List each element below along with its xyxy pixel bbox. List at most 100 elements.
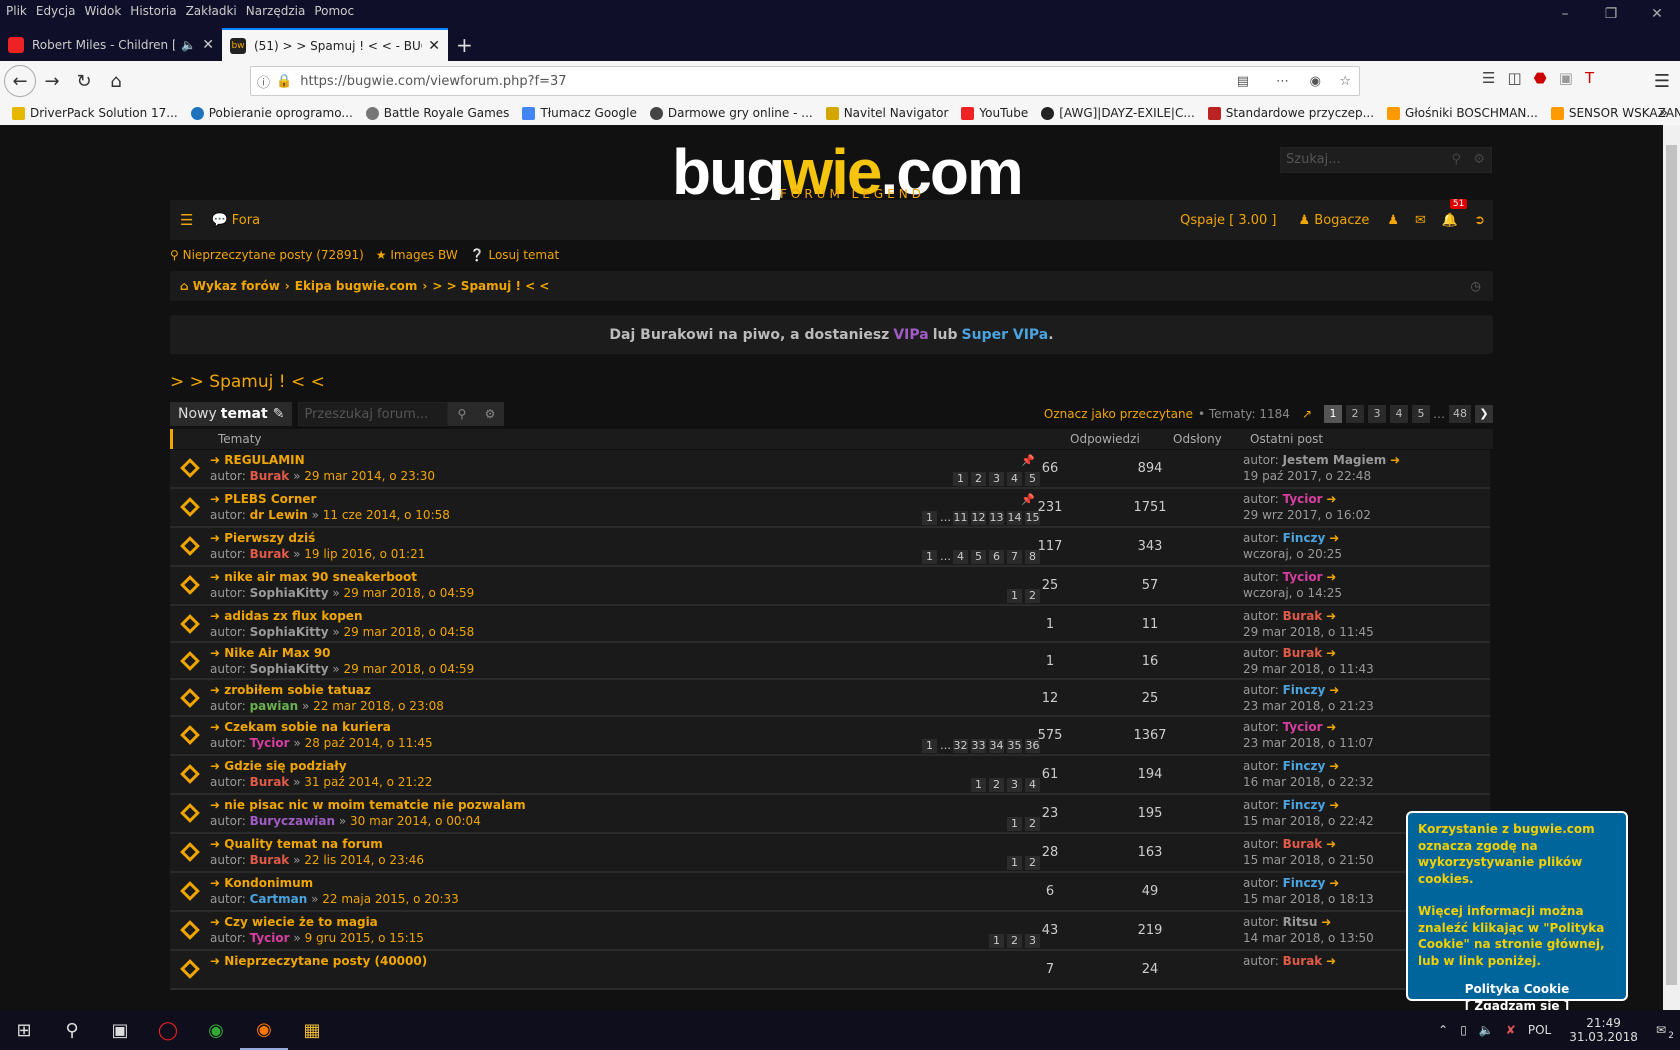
topic-page-link[interactable]: 4 (953, 550, 968, 564)
menu-narzedzia[interactable]: Narzędzia (246, 4, 306, 18)
bookmark-item[interactable]: Battle Royale Games (365, 106, 509, 120)
extension-icon[interactable]: ▣ (1559, 69, 1573, 87)
scrollbar-thumb[interactable] (1666, 145, 1677, 985)
topic-page-link[interactable]: 2 (989, 778, 1004, 792)
reader-view-icon[interactable]: ▤ (1237, 74, 1249, 89)
rich-link[interactable]: ♟ Bogacze (1298, 213, 1369, 228)
opera-icon[interactable]: ◯ (144, 1010, 192, 1050)
topic-title-link[interactable]: ➜ nie pisac nic w moim tematcie nie pozw… (210, 798, 526, 812)
windows-start-icon[interactable]: ⊞ (0, 1010, 48, 1050)
last-author-link[interactable]: Burak (1283, 954, 1323, 968)
topic-title-link[interactable]: ➜ Czy wiecie że to magia (210, 915, 378, 929)
topic-author[interactable]: SophiaKitty (250, 662, 329, 676)
go-to-post-icon[interactable]: ➜ (1326, 646, 1336, 660)
menu-plik[interactable]: Plik (6, 4, 27, 18)
last-author-link[interactable]: Finczy (1283, 683, 1326, 697)
messages-icon[interactable]: ✉ (1415, 213, 1426, 228)
page-2[interactable]: 2 (1346, 405, 1364, 423)
new-topic-button[interactable]: Nowy temat ✎ (170, 402, 293, 426)
bookmark-item[interactable]: DriverPack Solution 17... (12, 106, 178, 120)
hamburger-menu-icon[interactable]: ☰ (1646, 65, 1678, 97)
topic-page-link[interactable]: 1 (971, 778, 986, 792)
go-to-post-icon[interactable]: ➜ (1329, 683, 1339, 697)
topic-page-link[interactable]: 3 (989, 472, 1004, 486)
menu-pomoc[interactable]: Pomoc (314, 4, 354, 18)
restore-icon[interactable]: ❐ (1588, 0, 1634, 28)
topic-title-link[interactable]: ➜ Quality temat na forum (210, 837, 383, 851)
language-indicator[interactable]: POL (1528, 1023, 1551, 1037)
mark-read-link[interactable]: Oznacz jako przeczytane (1044, 407, 1193, 421)
adblock-icon[interactable]: ⬣ (1534, 69, 1547, 87)
last-author-link[interactable]: Burak (1283, 837, 1323, 851)
chevron-up-icon[interactable]: ⌃ (1438, 1023, 1448, 1037)
go-to-post-icon[interactable]: ➜ (1326, 609, 1336, 623)
search-icon[interactable]: ⚲ (1451, 152, 1461, 167)
topic-page-link[interactable]: 6 (989, 550, 1004, 564)
topic-title-link[interactable]: ➜ Czekam sobie na kuriera (210, 720, 391, 734)
logout-icon[interactable]: ➲ (1474, 213, 1485, 228)
hamburger-icon[interactable]: ☰ (180, 211, 193, 229)
topic-page-link[interactable]: 1 (922, 550, 937, 564)
volume-icon[interactable]: 🔈 (1479, 1023, 1494, 1037)
bookmark-item[interactable]: YouTube (961, 106, 1028, 120)
topic-title-link[interactable]: ➜ Nike Air Max 90 (210, 646, 331, 660)
unread-posts-link[interactable]: ⚲ Nieprzeczytane posty (72891) (170, 248, 364, 262)
forum-search-input[interactable]: Przeszukaj forum... (298, 402, 449, 426)
topic-title-link[interactable]: ➜ Nieprzeczytane posty (40000) (210, 954, 427, 968)
go-to-post-icon[interactable]: ➜ (1326, 492, 1336, 506)
bookmark-star-icon[interactable]: ☆ (1339, 74, 1351, 89)
last-author-link[interactable]: Finczy (1283, 876, 1326, 890)
go-to-post-icon[interactable]: ➜ (1321, 915, 1331, 929)
topic-page-link[interactable]: 1 (953, 472, 968, 486)
money-link[interactable]: Qspaje [ 3.00 ] (1180, 213, 1276, 228)
more-bookmarks-icon[interactable]: » (1659, 105, 1668, 121)
topic-title-link[interactable]: ➜ Pierwszy dziś (210, 531, 315, 545)
url-bar[interactable]: ⓘ 🔒 https://bugwie.com/viewforum.php?f=3… (250, 66, 1360, 96)
bookmark-item[interactable]: Navitel Navigator (825, 106, 948, 120)
info-icon[interactable]: ⓘ (257, 72, 270, 91)
speaker-icon[interactable]: 🔈 (181, 38, 196, 52)
topic-page-link[interactable]: 33 (971, 739, 986, 753)
topic-page-link[interactable]: 32 (953, 739, 968, 753)
topic-page-link[interactable]: 1 (922, 739, 937, 753)
last-author-link[interactable]: Burak (1283, 646, 1323, 660)
file-explorer-icon[interactable]: ▦ (288, 1010, 336, 1050)
page-5[interactable]: 5 (1412, 405, 1430, 423)
last-author-link[interactable]: Finczy (1283, 759, 1326, 773)
cookie-agree-button[interactable]: [ Zgadzam się ] (1418, 998, 1616, 1011)
site-search-input[interactable]: Szukaj... ⚲ ⚙ (1280, 147, 1492, 173)
go-to-post-icon[interactable]: ➜ (1329, 759, 1339, 773)
crumb-team[interactable]: Ekipa bugwie.com (295, 279, 418, 293)
sidebar-icon[interactable]: ◫ (1507, 69, 1521, 87)
go-to-post-icon[interactable]: ➜ (1329, 531, 1339, 545)
task-view-icon[interactable]: ▣ (96, 1010, 144, 1050)
close-tab-icon[interactable]: ✕ (202, 37, 214, 53)
go-to-post-icon[interactable]: ➜ (1329, 798, 1339, 812)
go-to-post-icon[interactable]: ➜ (1326, 837, 1336, 851)
close-tab-icon[interactable]: ✕ (428, 38, 440, 54)
topic-author[interactable]: Burak (250, 853, 290, 867)
topic-author[interactable]: Cartman (250, 892, 308, 906)
menu-widok[interactable]: Widok (84, 4, 121, 18)
last-author-link[interactable]: Tycior (1283, 720, 1323, 734)
topic-author[interactable]: Burak (250, 547, 290, 561)
gear-icon[interactable]: ⚙ (1473, 152, 1485, 167)
topic-author[interactable]: dr Lewin (250, 508, 308, 522)
pocket-icon[interactable]: ◉ (1310, 74, 1321, 89)
bookmark-item[interactable]: Głośniki BOSCHMAN... (1387, 106, 1538, 120)
go-to-post-icon[interactable]: ➜ (1329, 876, 1339, 890)
random-topic-link[interactable]: ❔ Losuj temat (470, 248, 559, 262)
home-icon[interactable]: ⌂ (100, 65, 132, 97)
last-author-link[interactable]: Tycior (1283, 570, 1323, 584)
topic-author[interactable]: Tycior (250, 736, 290, 750)
go-to-post-icon[interactable]: ➜ (1326, 720, 1336, 734)
fora-link[interactable]: 💬 Fora (211, 213, 260, 228)
close-window-icon[interactable]: ✕ (1634, 0, 1680, 28)
clock[interactable]: 21:49 31.03.2018 (1569, 1016, 1638, 1044)
topic-page-link[interactable]: 5 (971, 550, 986, 564)
page-1[interactable]: 1 (1324, 405, 1342, 423)
page-48[interactable]: 48 (1449, 405, 1471, 423)
url-text[interactable]: https://bugwie.com/viewforum.php?f=37 (300, 74, 566, 89)
topic-title-link[interactable]: ➜ Gdzie się podziały (210, 759, 347, 773)
gear-icon[interactable]: ⚙ (485, 407, 496, 421)
